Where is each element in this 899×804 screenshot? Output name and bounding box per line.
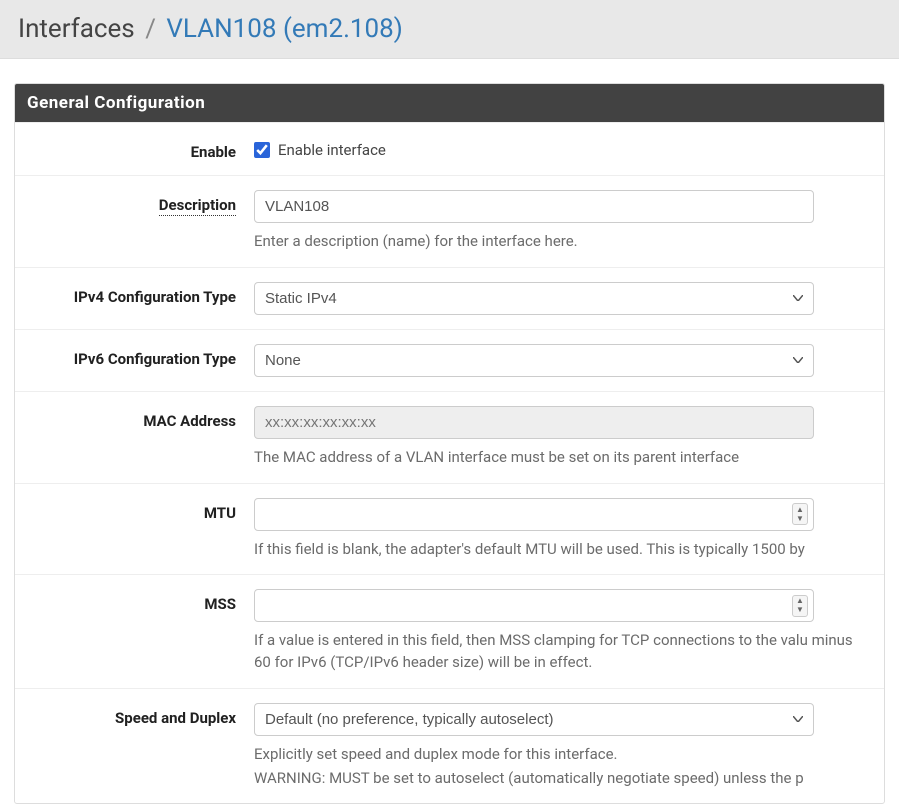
speed-help-2: WARNING: MUST be set to autoselect (auto… [254, 768, 870, 790]
panel-heading: General Configuration [15, 84, 884, 122]
label-mac: MAC Address [29, 406, 254, 430]
row-mtu: MTU If this field is blank, the adapter'… [15, 483, 884, 575]
label-description: Description [29, 190, 254, 214]
speed-duplex-select[interactable]: Default (no preference, typically autose… [254, 703, 814, 736]
description-help: Enter a description (name) for the inter… [254, 231, 870, 253]
breadcrumb-root: Interfaces [18, 14, 135, 44]
mac-input [254, 406, 814, 439]
enable-checkbox[interactable] [254, 142, 270, 158]
label-enable: Enable [29, 137, 254, 161]
label-ipv4-type: IPv4 Configuration Type [29, 282, 254, 306]
row-speed-duplex: Speed and Duplex Default (no preference,… [15, 688, 884, 804]
mss-stepper-icon[interactable] [792, 595, 808, 617]
mtu-stepper-icon[interactable] [792, 503, 808, 525]
row-mss: MSS If a value is entered in this field,… [15, 574, 884, 688]
label-speed-duplex: Speed and Duplex [29, 703, 254, 727]
ipv6-type-select[interactable]: None [254, 344, 814, 377]
row-description: Description Enter a description (name) f… [15, 175, 884, 267]
label-mss: MSS [29, 589, 254, 613]
speed-help-1: Explicitly set speed and duplex mode for… [254, 744, 870, 766]
breadcrumb-current-link[interactable]: VLAN108 (em2.108) [166, 14, 402, 44]
row-enable: Enable Enable interface [15, 122, 884, 175]
row-mac: MAC Address The MAC address of a VLAN in… [15, 391, 884, 483]
enable-checkbox-label[interactable]: Enable interface [254, 137, 870, 159]
mss-help: If a value is entered in this field, the… [254, 630, 870, 674]
row-ipv4-type: IPv4 Configuration Type Static IPv4 [15, 267, 884, 329]
enable-checkbox-text: Enable interface [278, 141, 386, 159]
mtu-help: If this field is blank, the adapter's de… [254, 539, 870, 561]
mss-input[interactable] [254, 589, 814, 622]
description-input[interactable] [254, 190, 814, 223]
general-config-panel: General Configuration Enable Enable inte… [14, 83, 885, 804]
row-ipv6-type: IPv6 Configuration Type None [15, 329, 884, 391]
breadcrumb: Interfaces / VLAN108 (em2.108) [0, 0, 899, 59]
mtu-input[interactable] [254, 498, 814, 531]
label-mtu: MTU [29, 498, 254, 522]
mac-help: The MAC address of a VLAN interface must… [254, 447, 870, 469]
ipv4-type-select[interactable]: Static IPv4 [254, 282, 814, 315]
breadcrumb-sep: / [145, 14, 156, 44]
label-ipv6-type: IPv6 Configuration Type [29, 344, 254, 368]
